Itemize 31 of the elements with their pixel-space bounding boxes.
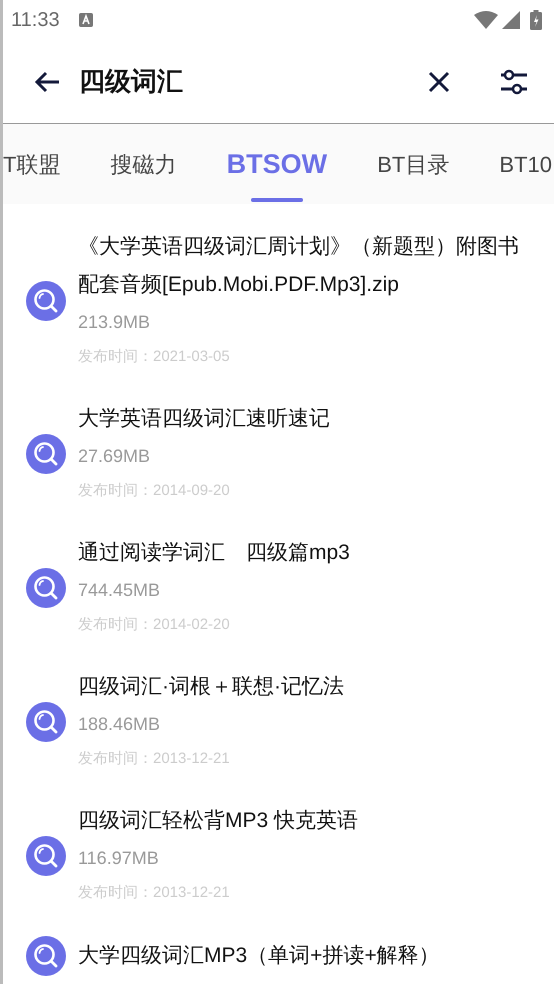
result-title[interactable]: 四级词汇·词根＋联想·记忆法 [78, 668, 530, 706]
tab[interactable]: 搜磁力 [110, 124, 177, 204]
tab[interactable]: BT10 [499, 124, 552, 204]
filter-button[interactable] [500, 68, 528, 94]
back-button[interactable] [33, 70, 61, 94]
close-button[interactable] [428, 70, 450, 92]
search-icon [26, 568, 66, 608]
result-title[interactable]: 通过阅读学词汇 四级篇mp3 [78, 534, 530, 572]
search-icon [26, 281, 66, 321]
search-icon [26, 702, 66, 742]
file-size: 213.9MB [78, 311, 152, 334]
file-size: 188.46MB [78, 713, 162, 736]
notification-icon [78, 12, 94, 28]
result-title[interactable]: 四级词汇轻松背MP3 快克英语 [78, 802, 530, 840]
file-size: 116.97MB [78, 847, 160, 870]
result-title[interactable]: 大学四级词汇MP3（单词+拼读+解释） [78, 937, 530, 975]
status-time: 11:33 [11, 8, 60, 33]
file-size: 27.69MB [78, 445, 152, 468]
wifi-icon [474, 11, 498, 29]
tab[interactable]: BTSOW [226, 124, 328, 204]
search-query[interactable]: 四级词汇 [79, 62, 428, 101]
tab[interactable]: BT目录 [377, 124, 450, 204]
search-icon [26, 936, 66, 976]
file-size: 744.45MB [78, 579, 162, 602]
search-icon [26, 434, 66, 474]
result-title[interactable]: 《大学英语四级词汇周计划》（新题型）附图书配套音频[Epub.Mobi.PDF.Mp3].zip [78, 228, 530, 304]
signal-icon [502, 11, 520, 29]
search-icon [26, 836, 66, 876]
result-title[interactable]: 大学英语四级词汇速听速记 [78, 400, 530, 438]
battery-icon [530, 10, 542, 30]
tab[interactable]: T联盟 [3, 124, 60, 204]
